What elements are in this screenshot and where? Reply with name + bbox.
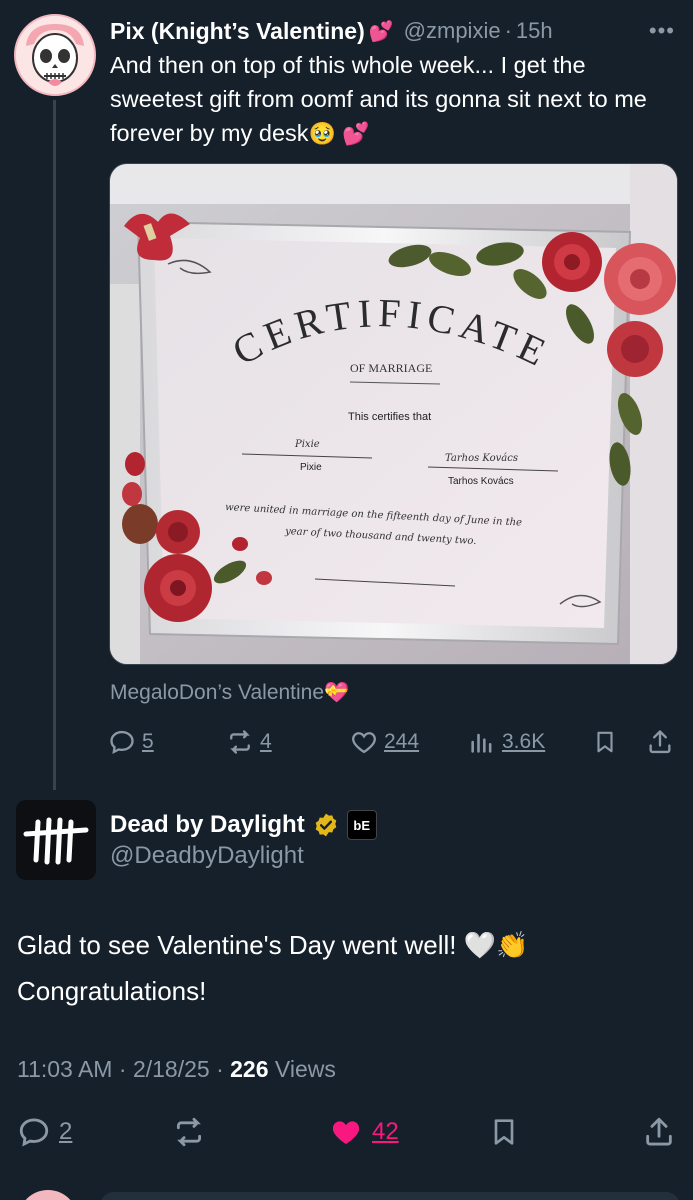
two-hearts-emoji: 💕 [368,20,394,43]
reply-bookmark-button[interactable] [488,1112,520,1152]
repost-count: 4 [260,730,272,753]
views-button[interactable]: 3.6K [468,724,545,760]
name-left-text: Pixie [300,462,322,473]
reply-reply-count: 2 [59,1118,73,1145]
reply-action-bar: 2 42 [0,1112,693,1152]
separator-dot: · [118,1056,127,1082]
heart-outline-icon [352,732,376,754]
timeline-page: Pix (Knight’s Valentine) 💕 @zmpixie · 15… [0,0,693,1200]
reply-button[interactable]: 5 [108,724,154,760]
thread-connector-line [53,100,56,790]
avatar-dead-by-daylight[interactable] [16,800,96,880]
affiliate-badge[interactable]: bE [346,810,377,840]
compose-reply-box[interactable] [100,1192,680,1200]
reply-text: Glad to see Valentine's Day went well! 🤍… [17,922,677,1014]
skull-avatar-icon [16,16,94,94]
views-count: 3.6K [502,730,546,753]
compose-reply-avatar[interactable] [18,1190,78,1200]
certificate-subtitle-text: OF MARRIAGE [350,361,432,375]
display-name[interactable]: Pix (Knight’s Valentine) [110,18,365,45]
tweet-time[interactable]: 15h [516,18,553,44]
reply-like-button[interactable]: 42 [328,1112,399,1152]
reply-date[interactable]: 2/18/25 [133,1056,210,1082]
tally-marks-logo-icon [16,800,96,880]
tweet-text: And then on top of this whole week... I … [110,48,680,151]
repost-icon [176,1117,202,1147]
reply-header: Dead by Daylight bE [110,808,377,842]
verified-gold-badge-icon[interactable] [313,812,339,838]
like-button[interactable]: 244 [350,724,419,760]
tweet-body: And then on top of this whole week... I … [110,52,647,146]
tweet-emojis: 🥹 💕 [308,121,370,146]
more-icon[interactable]: ••• [649,18,675,44]
views-bar-chart-icon [471,733,492,753]
reply-icon [110,730,134,754]
reply-count: 5 [142,730,154,753]
separator-dot: · [216,1056,224,1082]
certifies-text: This certifies that [348,411,431,423]
reply-text-line2: Congratulations! [17,976,207,1006]
repost-button[interactable]: 4 [226,724,272,760]
reply-text-line1: Glad to see Valentine's Day went well! 🤍… [17,930,529,960]
name-right-script: Tarhos Kovács [445,453,518,464]
heart-filled-icon [332,1121,360,1145]
share-icon [646,1117,672,1146]
tweet-action-bar: 5 4 244 3.6K [108,724,678,760]
community-name: MegaloDon’s Valentine [110,681,325,704]
reply-share-button[interactable] [642,1112,676,1152]
certificate-photo: CERTIFICATE OF MARRIAGE This certifies t… [110,164,677,664]
reply-icon [19,1118,49,1147]
separator-dot: · [504,18,512,43]
reply-like-count: 42 [372,1118,399,1145]
reply-meta-row: 11:03 AM · 2/18/25 · 226 Views [17,1056,336,1083]
name-right-text: Tarhos Kovács [448,476,514,487]
reply-repost-button[interactable] [172,1112,206,1152]
tweet-media-image[interactable]: CERTIFICATE OF MARRIAGE This certifies t… [109,163,678,665]
heart-gift-emoji: 💝 [324,682,349,704]
reply-reply-button[interactable]: 2 [17,1112,72,1152]
share-icon [649,730,671,754]
repost-icon [230,730,250,754]
community-label[interactable]: MegaloDon’s Valentine💝 [110,680,349,705]
reply-time[interactable]: 11:03 AM [17,1056,112,1082]
share-button[interactable] [646,724,674,760]
user-handle[interactable]: @zmpixie [404,18,501,44]
bookmark-icon [597,731,613,753]
reply-views-count: 226 [230,1056,269,1082]
reply-display-name[interactable]: Dead by Daylight [110,811,305,839]
avatar-pix[interactable] [14,14,96,96]
like-count: 244 [384,730,420,753]
bookmark-button[interactable] [592,724,618,760]
reply-views-label: Views [274,1056,336,1082]
bookmark-icon [494,1119,514,1145]
reply-handle[interactable]: @DeadbyDaylight [110,842,304,870]
tweet-header: Pix (Knight’s Valentine) 💕 @zmpixie · 15… [110,14,675,48]
name-left-script: Pixie [294,439,320,450]
